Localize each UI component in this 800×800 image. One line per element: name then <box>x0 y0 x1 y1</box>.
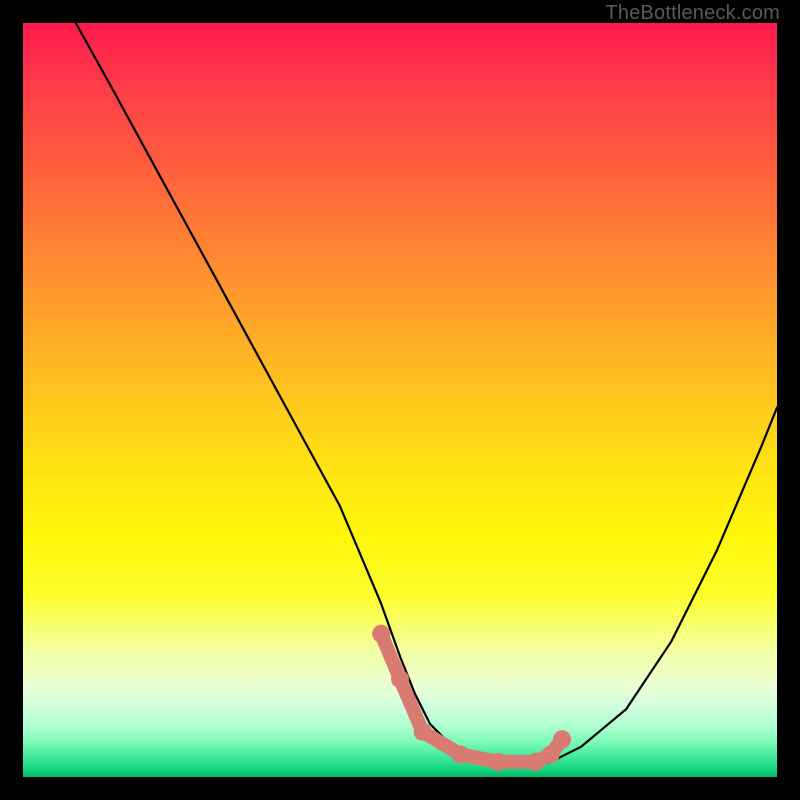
plot-area <box>23 23 777 777</box>
bottleneck-curve <box>76 23 777 766</box>
trough-dot <box>372 625 390 643</box>
trough-dot <box>451 745 469 763</box>
trough-dot <box>489 753 507 771</box>
trough-dot <box>553 730 571 748</box>
trough-stroke <box>381 634 562 762</box>
trough-dot <box>414 723 432 741</box>
curve-layer <box>23 23 777 777</box>
trough-marker <box>372 625 571 771</box>
trough-dot <box>542 745 560 763</box>
chart-root: TheBottleneck.com <box>0 0 800 800</box>
watermark-text: TheBottleneck.com <box>605 2 780 25</box>
trough-dot <box>391 670 409 688</box>
